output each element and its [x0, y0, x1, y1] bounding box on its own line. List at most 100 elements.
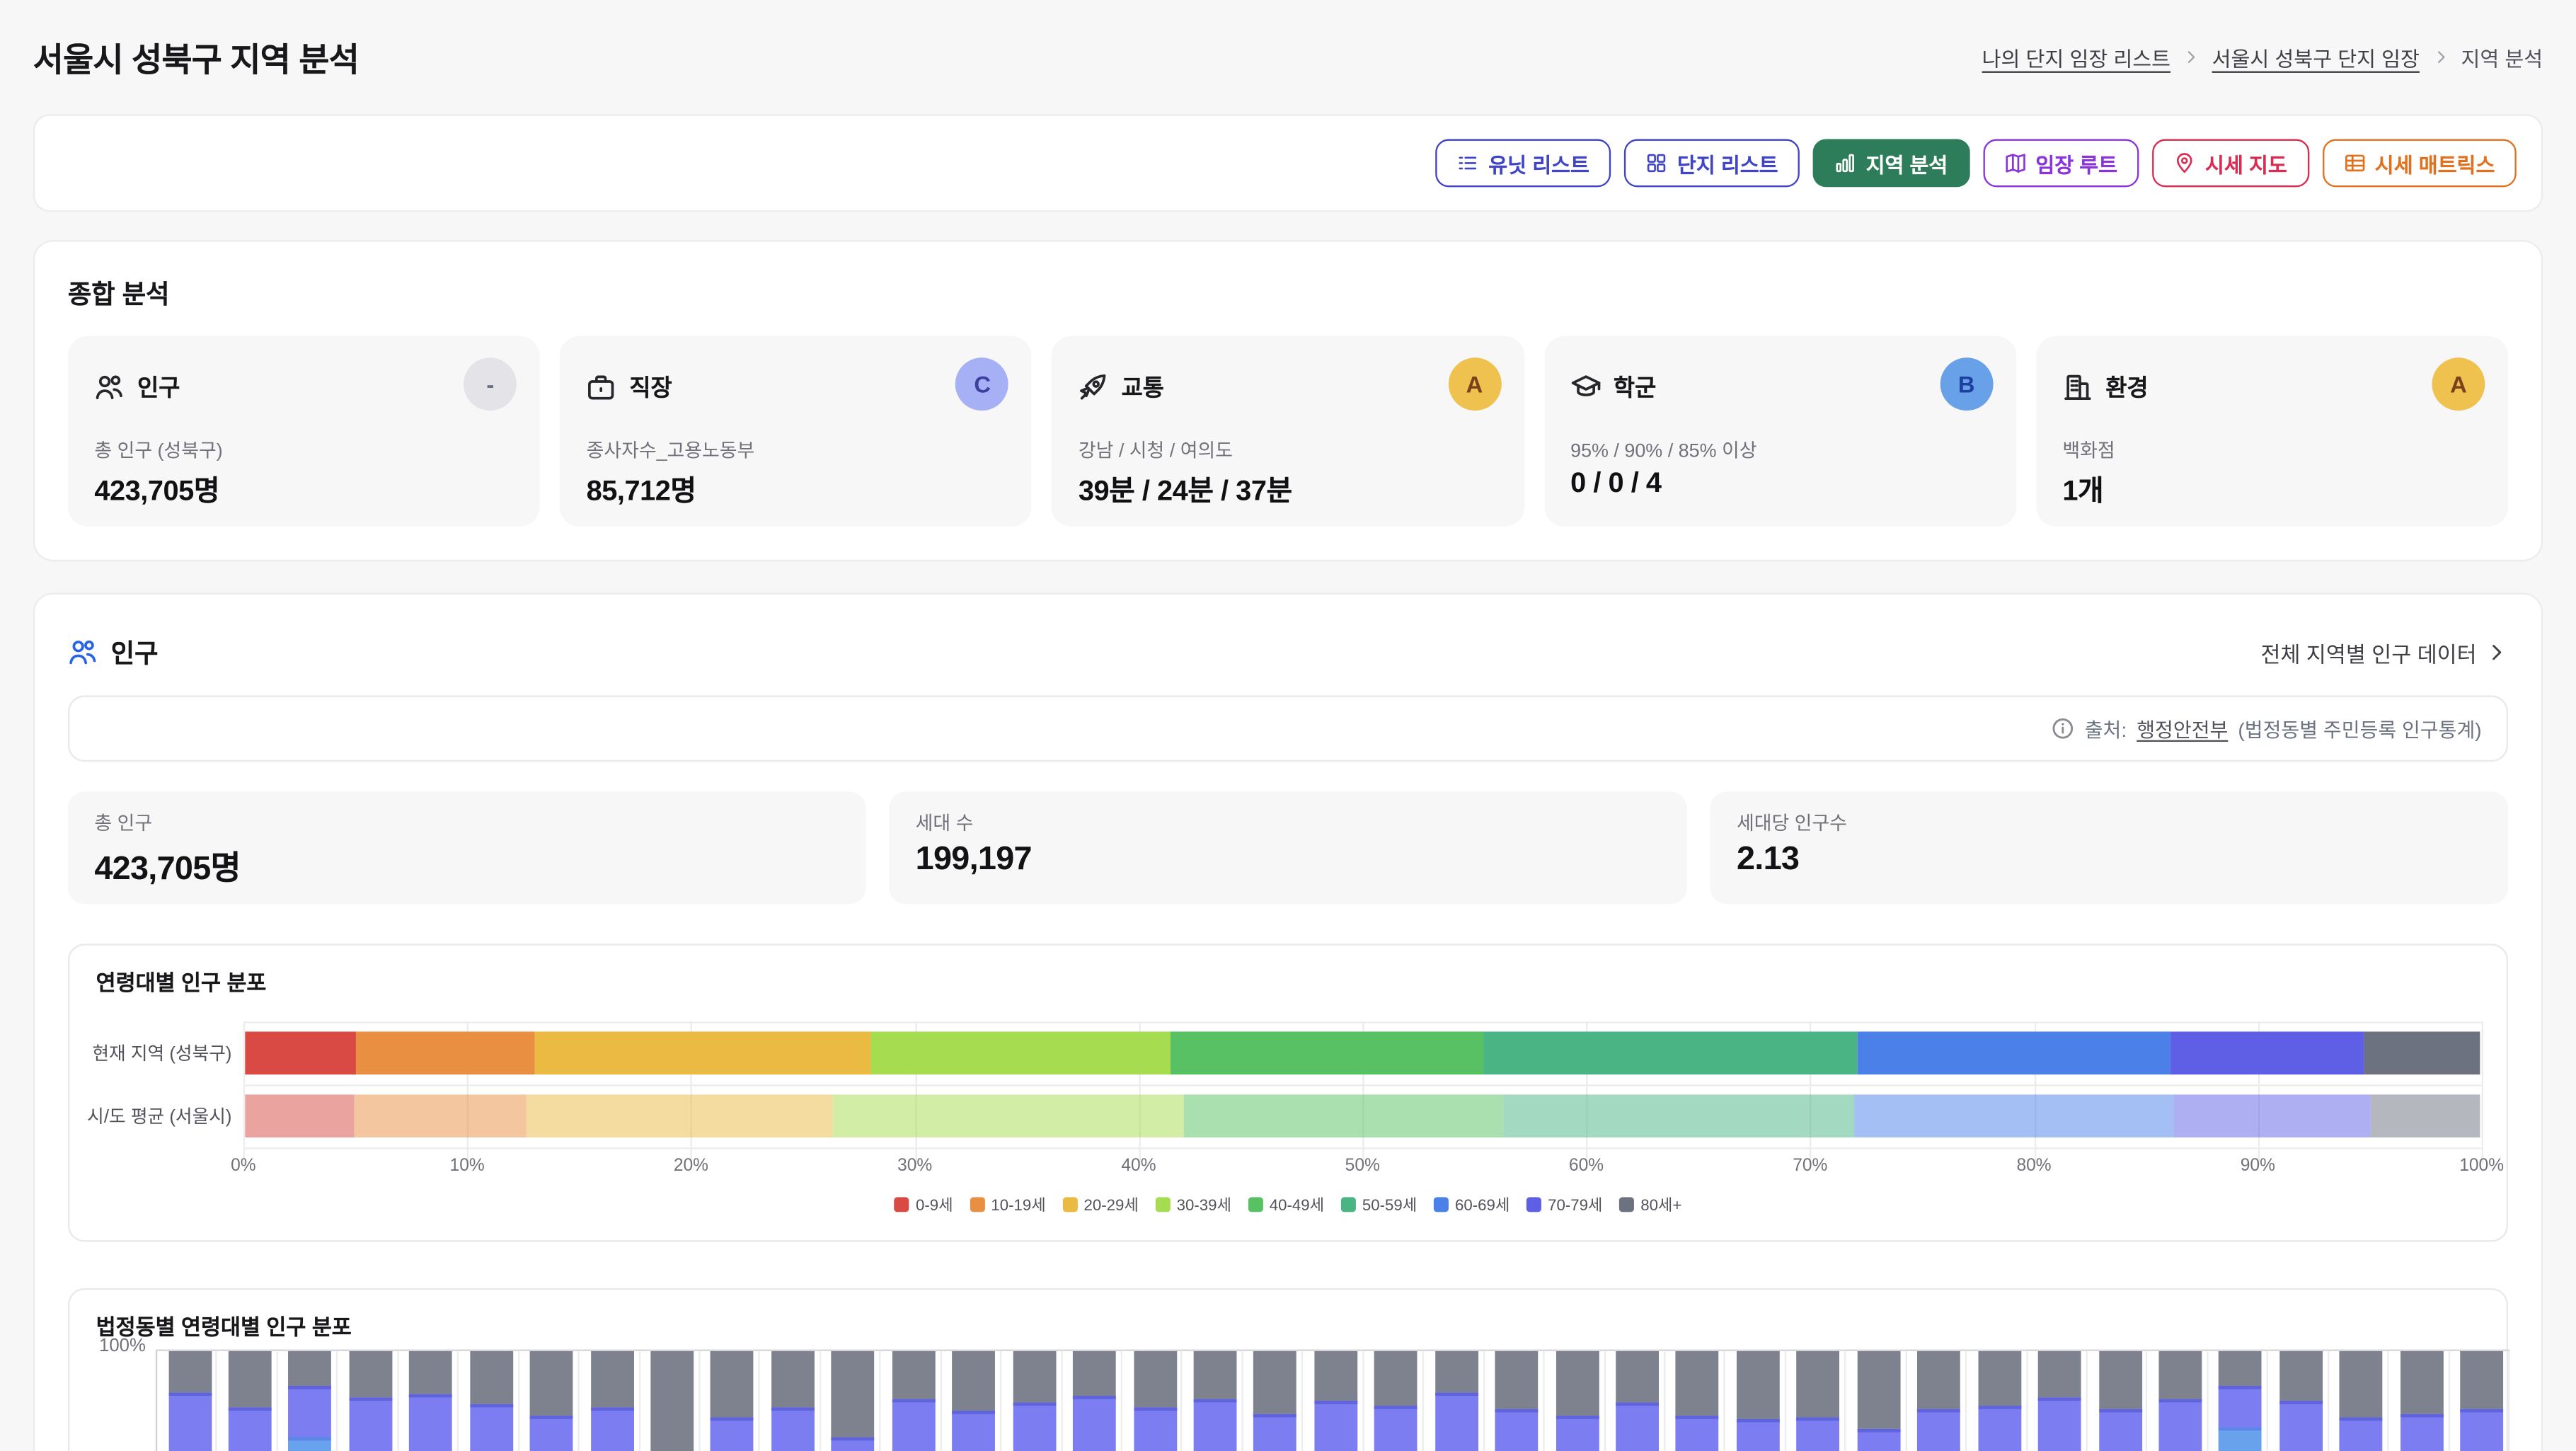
- map-icon: [2004, 152, 2025, 173]
- legend-swatch: [1619, 1196, 1634, 1211]
- stat-value: 2.13: [1737, 841, 2482, 879]
- toolbar-button-유닛-리스트[interactable]: 유닛 리스트: [1435, 139, 1611, 188]
- summary-card-학군: 학군B95% / 90% / 85% 이상0 / 0 / 4: [1544, 336, 2016, 527]
- legend-item: 30-39세: [1155, 1192, 1231, 1215]
- bar-segment-80세+: [590, 1351, 633, 1407]
- stacked-bar: [229, 1351, 272, 1451]
- people-icon: [94, 372, 124, 402]
- stacked-bar: [2098, 1351, 2141, 1451]
- bar-segment-60-69세: [289, 1438, 332, 1451]
- summary-cards: 인구-총 인구 (성북구)423,705명직장C종사자수_고용노동부85,712…: [68, 336, 2508, 527]
- dong-age-distribution-chart: 법정동별 연령대별 인구 분포 100%: [68, 1288, 2508, 1451]
- bar-segment-80세+: [2098, 1351, 2141, 1409]
- bar-segment-80세+: [229, 1351, 272, 1408]
- toolbar-button-임장-루트[interactable]: 임장 루트: [1982, 139, 2139, 188]
- stacked-bar: [168, 1351, 211, 1451]
- breadcrumb-item[interactable]: 나의 단지 임장 리스트: [1982, 41, 2171, 72]
- dong-bar-column: [881, 1351, 941, 1451]
- dong-bar-column: [1183, 1351, 1243, 1451]
- stacked-bar: [289, 1351, 332, 1451]
- dong-bar-column: [459, 1351, 519, 1451]
- dong-bar-column: [1725, 1351, 1786, 1451]
- dong-bar-column: [1545, 1351, 1605, 1451]
- stat-label: 세대당 인구수: [1737, 810, 2482, 836]
- stacked-bar: [1676, 1351, 1719, 1451]
- toolbar-button-시세-지도[interactable]: 시세 지도: [2152, 139, 2308, 188]
- legend-swatch: [895, 1196, 909, 1211]
- toolbar-button-단지-리스트[interactable]: 단지 리스트: [1624, 139, 1800, 188]
- stacked-bar: [2461, 1351, 2504, 1451]
- toolbar-button-label: 지역 분석: [1866, 147, 1948, 178]
- grade-badge: B: [1940, 357, 1993, 411]
- legend-label: 50-59세: [1362, 1192, 1417, 1215]
- stacked-bar: [2158, 1351, 2202, 1451]
- toolbar-button-label: 단지 리스트: [1677, 147, 1778, 178]
- view-toolbar: 유닛 리스트 단지 리스트 지역 분석 임장 루트 시세 지도 시세 매트릭스: [33, 114, 2543, 212]
- x-axis-tick: 20%: [650, 1156, 732, 1176]
- bar-segment-80세+: [349, 1351, 392, 1398]
- bar-segment-70-79세: [168, 1392, 211, 1451]
- stacked-bar: [953, 1351, 996, 1451]
- bar-segment-30-39세: [832, 1094, 1183, 1137]
- stacked-bar: [2340, 1351, 2383, 1451]
- stat-label: 세대 수: [916, 810, 1661, 836]
- dong-bar-column: [1122, 1351, 1183, 1451]
- bar-segment-80세+: [953, 1351, 996, 1411]
- bar-segment-70-79세: [349, 1398, 392, 1451]
- stacked-bar: [2279, 1351, 2323, 1451]
- bar-segment-70-79세: [1434, 1393, 1478, 1451]
- list-icon: [1457, 152, 1478, 173]
- summary-card-sublabel: 종사자수_고용노동부: [587, 437, 755, 464]
- dong-bar-column: [1786, 1351, 1846, 1451]
- stacked-bar: [1434, 1351, 1478, 1451]
- bar-segment-70-79세: [590, 1406, 633, 1451]
- x-axis-tick: 10%: [426, 1156, 509, 1176]
- breadcrumb-item[interactable]: 서울시 성북구 단지 임장: [2212, 41, 2420, 72]
- dong-bar-column: [1665, 1351, 1725, 1451]
- bar-segment-70-79세: [2170, 1031, 2364, 1074]
- bar-segment-50-59세: [1483, 1031, 1857, 1074]
- stacked-bar: [892, 1351, 935, 1451]
- toolbar-button-label: 임장 루트: [2035, 147, 2117, 178]
- bar-segment-70-79세: [2098, 1409, 2141, 1451]
- legend-label: 20-29세: [1084, 1192, 1139, 1215]
- stacked-bar: [2400, 1351, 2443, 1451]
- grade-badge: A: [1448, 357, 1501, 411]
- stacked-bar: [1495, 1351, 1539, 1451]
- dong-bar-column: [398, 1351, 459, 1451]
- gridline: [2482, 1021, 2483, 1164]
- toolbar-button-지역-분석[interactable]: 지역 분석: [1813, 139, 1970, 188]
- toolbar-button-시세-매트릭스[interactable]: 시세 매트릭스: [2322, 139, 2517, 188]
- building-icon: [2062, 372, 2092, 402]
- summary-card-환경: 환경A백화점1개: [2036, 336, 2508, 527]
- summary-card-label: 학군: [1614, 371, 1656, 404]
- stat-box-총-인구: 총 인구423,705명: [68, 791, 866, 904]
- population-title: 인구: [68, 634, 159, 670]
- dong-bar-column: [700, 1351, 760, 1451]
- bar-segment-70-79세: [229, 1408, 272, 1451]
- bar-segment-70-79세: [1013, 1403, 1056, 1451]
- legend-swatch: [1062, 1196, 1077, 1211]
- all-region-population-link[interactable]: 전체 지역별 인구 데이터: [2261, 636, 2509, 667]
- x-axis-tick: 60%: [1545, 1156, 1628, 1176]
- legend-swatch: [1155, 1196, 1170, 1211]
- chevron-right-icon: [2485, 641, 2508, 664]
- bar-segment-70-79세: [470, 1404, 513, 1451]
- summary-card-value: 85,712명: [587, 467, 696, 508]
- source-link[interactable]: 행정안전부: [2137, 714, 2228, 742]
- bar-segment-70-79세: [289, 1386, 332, 1438]
- dong-bar-column: [2269, 1351, 2329, 1451]
- summary-card-value: 423,705명: [94, 467, 219, 508]
- legend-label: 0-9세: [916, 1192, 953, 1215]
- bar-segment-80세+: [1616, 1351, 1659, 1403]
- category-label: 현재 지역 (성북구): [69, 1021, 231, 1084]
- x-axis-tick: 100%: [2440, 1156, 2523, 1176]
- legend-swatch: [1434, 1196, 1449, 1211]
- info-icon: [2052, 717, 2075, 740]
- legend-item: 50-59세: [1340, 1192, 1417, 1215]
- bar-segment-80세+: [1857, 1351, 1900, 1428]
- rocket-icon: [1079, 372, 1108, 402]
- bar-segment-70-79세: [1073, 1396, 1116, 1451]
- toolbar-button-label: 유닛 리스트: [1488, 147, 1589, 178]
- stacked-bar: [409, 1351, 452, 1451]
